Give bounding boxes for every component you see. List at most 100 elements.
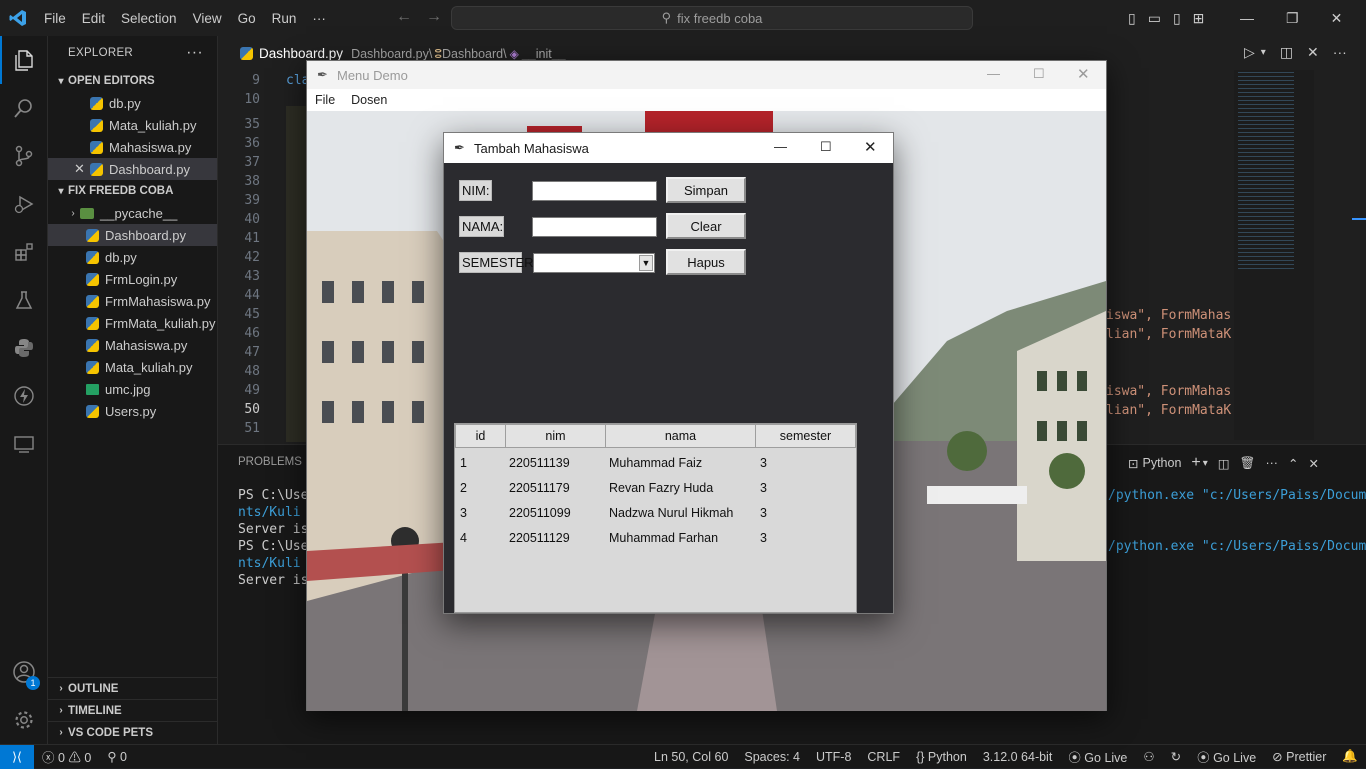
- menu-dosen[interactable]: Dosen: [343, 93, 395, 107]
- menu-edit[interactable]: Edit: [74, 11, 113, 26]
- menu-go[interactable]: Go: [230, 11, 264, 26]
- table-row[interactable]: 3 220511099 Nadzwa Nurul Hikmah 3: [455, 500, 856, 525]
- file-item[interactable]: Mahasiswa.py: [48, 334, 217, 356]
- run-debug-icon[interactable]: [0, 180, 48, 228]
- restore-icon[interactable]: ❐: [1286, 10, 1299, 27]
- cursor-position[interactable]: Ln 50, Col 60: [646, 750, 736, 764]
- python-icon[interactable]: [0, 324, 48, 372]
- customize-layout-icon[interactable]: ⊞: [1193, 10, 1205, 27]
- search-view-icon[interactable]: [0, 84, 48, 132]
- file-item[interactable]: db.py: [48, 246, 217, 268]
- minimize-icon[interactable]: —: [774, 139, 787, 154]
- open-editor-item[interactable]: Mahasiswa.py: [48, 136, 217, 158]
- trash-icon[interactable]: 🗑: [1240, 456, 1256, 471]
- close-icon[interactable]: ✕: [864, 138, 877, 156]
- file-item[interactable]: FrmMahasiswa.py: [48, 290, 217, 312]
- hapus-button[interactable]: Hapus: [666, 249, 746, 275]
- file-item[interactable]: FrmLogin.py: [48, 268, 217, 290]
- chevron-down-icon[interactable]: ▾: [1261, 47, 1266, 61]
- maximize-panel-icon[interactable]: ⌃: [1288, 456, 1298, 471]
- python-interpreter[interactable]: 3.12.0 64-bit: [975, 750, 1061, 764]
- minimize-icon[interactable]: —: [1240, 10, 1254, 26]
- table-row[interactable]: 2 220511179 Revan Fazry Huda 3: [455, 475, 856, 500]
- file-item[interactable]: Users.py: [48, 400, 217, 422]
- open-editors-header[interactable]: ▾ OPEN EDITORS: [48, 70, 217, 92]
- open-editor-item[interactable]: Mata_kuliah.py: [48, 114, 217, 136]
- file-item-selected[interactable]: Dashboard.py: [48, 224, 217, 246]
- menu-file[interactable]: File: [307, 93, 343, 107]
- project-folder-header[interactable]: ▾ FIX FREEDB COBA: [48, 180, 217, 202]
- go-live-button[interactable]: ⦿ Go Live: [1189, 747, 1264, 766]
- simpan-button[interactable]: Simpan: [666, 177, 746, 203]
- prettier-status[interactable]: ⊘ Prettier: [1264, 749, 1334, 764]
- close-editor-icon[interactable]: ✕: [1307, 44, 1319, 61]
- chevron-down-icon[interactable]: ▾: [1203, 458, 1208, 469]
- menu-view[interactable]: View: [185, 11, 230, 26]
- mahasiswa-table[interactable]: id nim nama semester 1 220511139 Muhamma…: [454, 423, 857, 613]
- thunder-client-icon[interactable]: [0, 372, 48, 420]
- notifications-bell-icon[interactable]: 🔔: [1334, 749, 1366, 764]
- breadcrumb-file[interactable]: Dashboard.py: [351, 47, 429, 61]
- explorer-icon[interactable]: [0, 36, 48, 84]
- tab-problems[interactable]: PROBLEMS: [238, 456, 302, 468]
- remote-explorer-icon[interactable]: [0, 420, 48, 468]
- ports-status[interactable]: ⚲ 0: [99, 749, 135, 764]
- problems-status[interactable]: ⓧ 0 ⚠ 0: [34, 747, 99, 766]
- toggle-secondary-sidebar-icon[interactable]: ▯: [1173, 10, 1181, 27]
- indentation[interactable]: Spaces: 4: [736, 750, 808, 764]
- column-header-semester[interactable]: semester: [755, 424, 856, 448]
- column-header-nama[interactable]: nama: [605, 424, 756, 448]
- line-ending[interactable]: CRLF: [859, 750, 908, 764]
- remote-icon[interactable]: ⟩⟨: [0, 744, 34, 769]
- toggle-panel-icon[interactable]: ▭: [1148, 10, 1161, 27]
- column-header-nim[interactable]: nim: [505, 424, 606, 448]
- file-item[interactable]: FrmMata_kuliah.py: [48, 312, 217, 334]
- split-terminal-icon[interactable]: ◫: [1218, 456, 1230, 471]
- table-row[interactable]: 4 220511129 Muhammad Farhan 3: [455, 525, 856, 550]
- menu-demo-titlebar[interactable]: ✒ Menu Demo — ☐ ✕: [307, 61, 1106, 89]
- maximize-icon[interactable]: ☐: [820, 139, 832, 155]
- timeline-header[interactable]: › TIMELINE: [48, 699, 218, 721]
- split-editor-icon[interactable]: ◫: [1280, 44, 1293, 61]
- encoding[interactable]: UTF-8: [808, 750, 859, 764]
- go-live-status[interactable]: ⦿ Go Live: [1060, 747, 1135, 766]
- close-icon[interactable]: ✕: [1331, 10, 1343, 27]
- menu-more[interactable]: ···: [304, 11, 334, 26]
- nim-input[interactable]: [532, 181, 657, 201]
- testing-flask-icon[interactable]: [0, 276, 48, 324]
- command-center-search[interactable]: ⚲ fix freedb coba: [451, 6, 973, 30]
- tab-dashboard[interactable]: Dashboard.py: [259, 46, 343, 61]
- more-actions-icon[interactable]: ···: [1265, 456, 1278, 470]
- vscode-pets-header[interactable]: › VS CODE PETS: [48, 721, 218, 743]
- copilot-icon[interactable]: ⚇: [1135, 749, 1162, 764]
- extensions-icon[interactable]: [0, 228, 48, 276]
- open-editor-item[interactable]: db.py: [48, 92, 217, 114]
- sync-icon[interactable]: ↻: [1163, 749, 1189, 764]
- terminal-kind[interactable]: Python: [1142, 456, 1181, 470]
- folder-item[interactable]: › __pycache__: [48, 202, 217, 224]
- dialog-titlebar[interactable]: ✒ Tambah Mahasiswa — ☐ ✕: [444, 133, 893, 163]
- new-terminal-icon[interactable]: +: [1191, 454, 1200, 472]
- nama-input[interactable]: [532, 217, 657, 237]
- file-item[interactable]: umc.jpg: [48, 378, 217, 400]
- breadcrumb-method[interactable]: __init__: [522, 47, 566, 61]
- clear-button[interactable]: Clear: [666, 213, 746, 239]
- manage-gear-icon[interactable]: [0, 696, 48, 744]
- close-icon[interactable]: ✕: [1077, 65, 1090, 83]
- minimize-icon[interactable]: —: [987, 66, 1000, 81]
- table-row[interactable]: 1 220511139 Muhammad Faiz 3: [455, 450, 856, 475]
- menu-file[interactable]: File: [36, 11, 74, 26]
- close-panel-icon[interactable]: ✕: [1308, 456, 1318, 471]
- menu-run[interactable]: Run: [264, 11, 305, 26]
- breadcrumb-class[interactable]: Dashboard: [442, 47, 503, 61]
- more-actions-icon[interactable]: ···: [1333, 44, 1347, 61]
- file-item[interactable]: Mata_kuliah.py: [48, 356, 217, 378]
- language-mode[interactable]: {} Python: [908, 750, 975, 764]
- column-header-id[interactable]: id: [455, 424, 506, 448]
- outline-header[interactable]: › OUTLINE: [48, 677, 218, 699]
- explorer-more-icon[interactable]: ···: [186, 44, 203, 62]
- dropdown-arrow-icon[interactable]: ▼: [639, 255, 653, 271]
- minimap[interactable]: [1234, 70, 1314, 440]
- semester-combobox[interactable]: ▼: [533, 253, 655, 273]
- source-control-icon[interactable]: [0, 132, 48, 180]
